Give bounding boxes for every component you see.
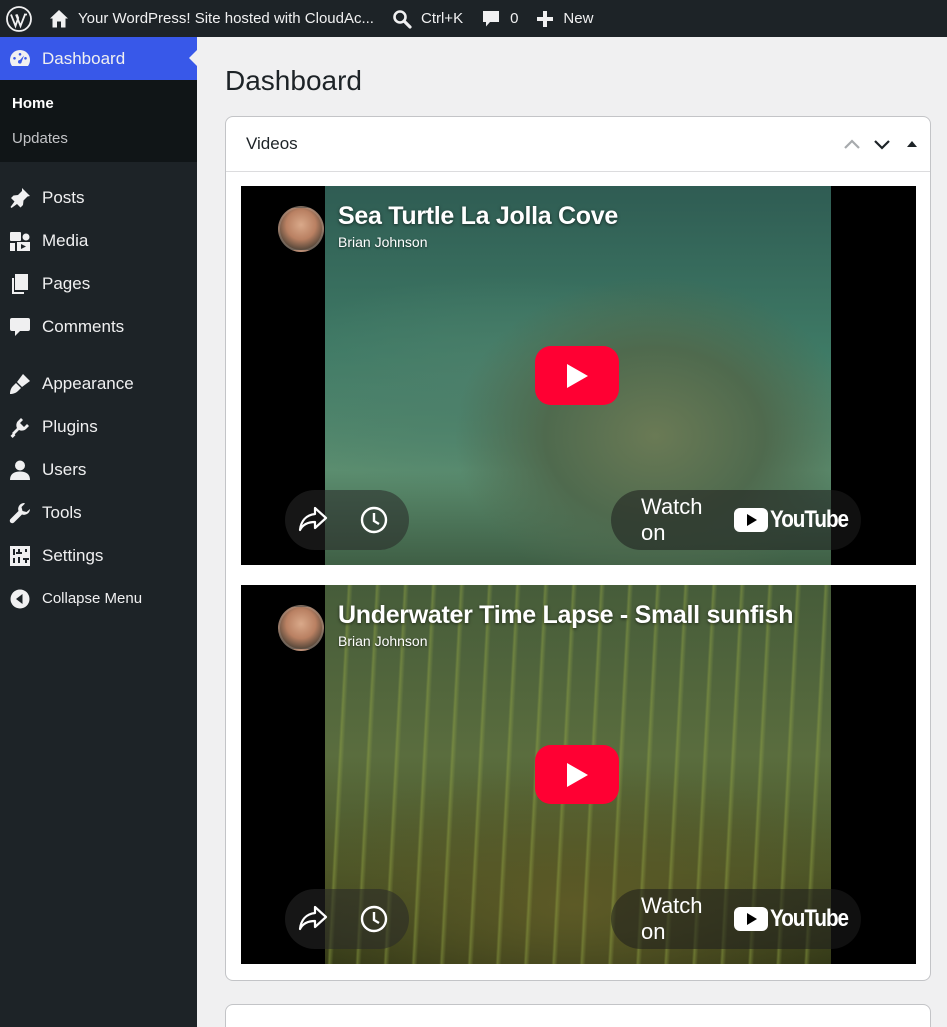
sliders-icon bbox=[8, 544, 32, 568]
video-title[interactable]: Sea Turtle La Jolla Cove bbox=[338, 202, 618, 231]
sidebar-item-appearance[interactable]: Appearance bbox=[0, 362, 197, 405]
toggle-panel-icon[interactable] bbox=[902, 134, 922, 154]
video-title[interactable]: Underwater Time Lapse - Small sunfish bbox=[338, 601, 794, 630]
sidebar-item-comments[interactable]: Comments bbox=[0, 305, 197, 348]
sidebar-item-media[interactable]: Media bbox=[0, 219, 197, 262]
comment-icon bbox=[8, 315, 32, 339]
sidebar-item-label: Pages bbox=[42, 273, 91, 293]
search-shortcut: Ctrl+K bbox=[420, 10, 464, 27]
youtube-play-icon bbox=[734, 508, 769, 532]
sidebar-item-posts[interactable]: Posts bbox=[0, 176, 197, 219]
youtube-play-icon bbox=[734, 907, 769, 931]
move-up-icon[interactable] bbox=[842, 134, 862, 154]
command-search-button[interactable]: Ctrl+K bbox=[383, 0, 472, 37]
move-down-icon[interactable] bbox=[872, 134, 892, 154]
videos-widget: Videos Sea Turtle La Jolla Cove Brian Jo… bbox=[225, 116, 931, 981]
submenu-item-updates[interactable]: Updates bbox=[0, 121, 197, 156]
video-channel[interactable]: Brian Johnson bbox=[338, 234, 428, 250]
sidebar-item-label: Settings bbox=[42, 545, 104, 565]
widget-handles bbox=[842, 134, 922, 154]
avatar[interactable] bbox=[278, 605, 324, 651]
pin-icon bbox=[8, 186, 32, 210]
sidebar-item-label: Tools bbox=[42, 502, 82, 522]
avatar[interactable] bbox=[278, 206, 324, 252]
wordpress-icon bbox=[6, 5, 32, 32]
video-embed-2[interactable]: Underwater Time Lapse - Small sunfish Br… bbox=[241, 585, 916, 964]
plug-icon bbox=[8, 415, 32, 439]
share-icon[interactable] bbox=[297, 504, 329, 534]
youtube-logo: YouTube bbox=[734, 905, 861, 933]
widget-header: Videos bbox=[226, 117, 930, 172]
page-title: Dashboard bbox=[225, 65, 362, 96]
watch-label: Watch on bbox=[641, 494, 703, 545]
youtube-wordmark: YouTube bbox=[770, 506, 849, 533]
new-content-button[interactable]: New bbox=[527, 0, 602, 37]
collapse-arrow-icon bbox=[8, 587, 32, 611]
sidebar-item-label: Media bbox=[42, 230, 89, 250]
new-label: New bbox=[563, 10, 594, 27]
watch-label: Watch on bbox=[641, 893, 703, 944]
brush-icon bbox=[8, 372, 32, 396]
watch-later-icon[interactable] bbox=[358, 504, 390, 536]
sidebar-item-pages[interactable]: Pages bbox=[0, 262, 197, 305]
video-channel[interactable]: Brian Johnson bbox=[338, 633, 428, 649]
search-icon bbox=[393, 9, 412, 29]
dashboard-submenu: Home Updates bbox=[0, 80, 197, 162]
plus-icon bbox=[537, 10, 554, 27]
comments-count: 0 bbox=[510, 10, 519, 27]
video-embed-1[interactable]: Sea Turtle La Jolla Cove Brian Johnson W… bbox=[241, 186, 916, 565]
sidebar-item-label: Appearance bbox=[42, 373, 134, 393]
watch-later-icon[interactable] bbox=[358, 903, 390, 935]
play-icon bbox=[567, 762, 588, 787]
wordpress-logo-button[interactable] bbox=[0, 0, 40, 37]
next-widget bbox=[225, 1004, 931, 1027]
youtube-logo: YouTube bbox=[734, 506, 861, 534]
collapse-menu-label: Collapse Menu bbox=[42, 590, 143, 607]
sidebar-item-label: Users bbox=[42, 459, 87, 479]
youtube-wordmark: YouTube bbox=[770, 905, 849, 932]
widget-title: Videos bbox=[246, 134, 298, 153]
dashboard-gauge-icon bbox=[8, 47, 32, 71]
comment-icon bbox=[483, 10, 500, 26]
sidebar-item-label: Dashboard bbox=[42, 48, 126, 68]
home-icon bbox=[50, 9, 68, 27]
user-icon bbox=[8, 458, 32, 482]
collapse-menu-button[interactable]: Collapse Menu bbox=[0, 577, 197, 620]
site-name-link[interactable]: Your WordPress! Site hosted with CloudAc… bbox=[40, 0, 383, 37]
watch-on-youtube-button[interactable]: Watch on YouTube bbox=[611, 889, 861, 949]
comments-link[interactable]: 0 bbox=[472, 0, 527, 37]
sidebar-item-label: Plugins bbox=[42, 416, 98, 436]
main-content: Dashboard Videos Sea Turtle La Jolla Cov… bbox=[197, 37, 947, 1027]
sidebar-item-users[interactable]: Users bbox=[0, 448, 197, 491]
admin-bar: Your WordPress! Site hosted with CloudAc… bbox=[0, 0, 947, 37]
wrench-icon bbox=[8, 501, 32, 525]
site-name: Your WordPress! Site hosted with CloudAc… bbox=[78, 10, 374, 27]
play-button[interactable] bbox=[535, 745, 619, 804]
pages-icon bbox=[8, 272, 32, 296]
watch-on-youtube-button[interactable]: Watch on YouTube bbox=[611, 490, 861, 550]
sidebar-item-label: Comments bbox=[42, 316, 125, 336]
sidebar-item-plugins[interactable]: Plugins bbox=[0, 405, 197, 448]
play-icon bbox=[567, 363, 588, 388]
media-icon bbox=[8, 229, 32, 253]
admin-sidebar: Dashboard Home Updates Posts Media Pages… bbox=[0, 37, 197, 1027]
play-button[interactable] bbox=[535, 346, 619, 405]
sidebar-item-settings[interactable]: Settings bbox=[0, 534, 197, 577]
sidebar-item-dashboard[interactable]: Dashboard bbox=[0, 37, 197, 80]
sidebar-item-label: Posts bbox=[42, 187, 85, 207]
sidebar-item-tools[interactable]: Tools bbox=[0, 491, 197, 534]
submenu-item-home[interactable]: Home bbox=[0, 86, 197, 121]
share-icon[interactable] bbox=[297, 903, 329, 933]
